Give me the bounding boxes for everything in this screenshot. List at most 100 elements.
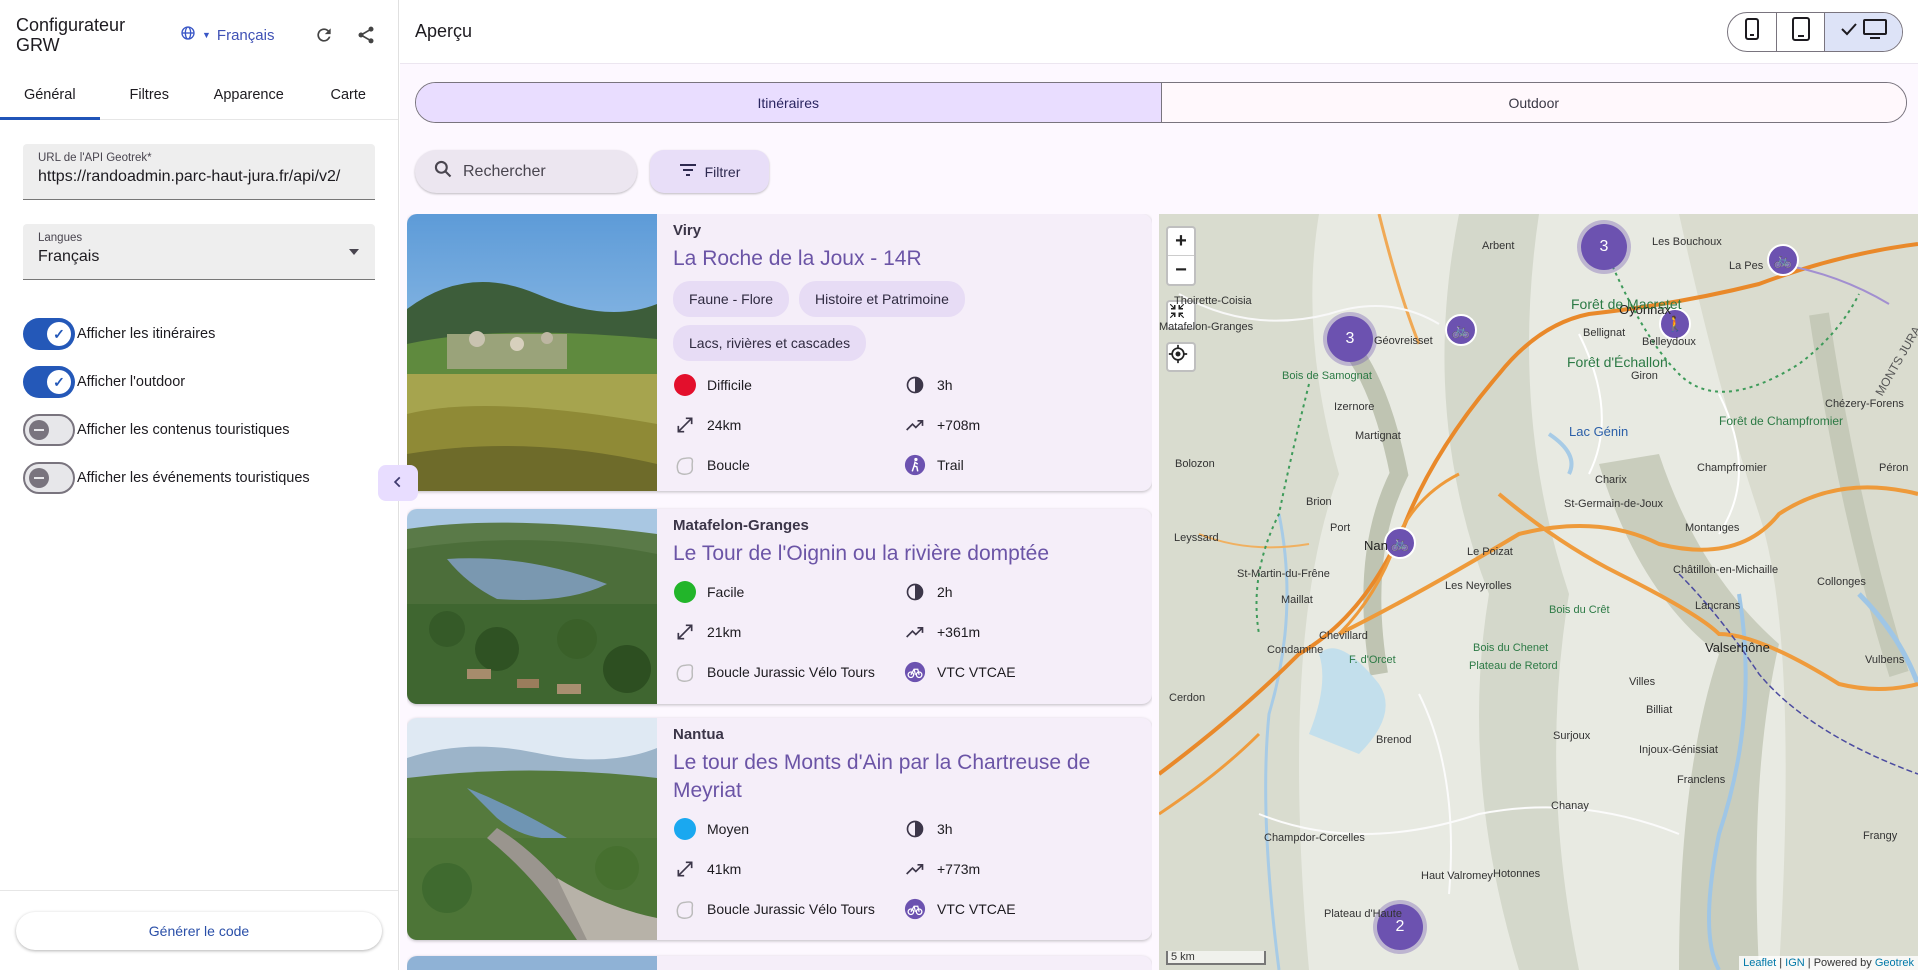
- tab-itineraries[interactable]: Itinéraires: [416, 83, 1162, 122]
- search-placeholder: Rechercher: [463, 162, 546, 180]
- map[interactable]: + − 3 3 2 🚲 🚶 🚲 🚲 Oyonnax Bellignat Arbe…: [1159, 214, 1918, 970]
- map-label: Nan: [1364, 538, 1388, 553]
- tablet-icon: [1791, 17, 1811, 46]
- languages-select[interactable]: Langues Français: [23, 224, 375, 280]
- map-label: Vulbens: [1865, 654, 1905, 666]
- zoom-out-button[interactable]: −: [1168, 256, 1194, 284]
- language-label: Français: [216, 26, 275, 44]
- zoom-in-button[interactable]: +: [1168, 228, 1194, 256]
- map-label: St-Germain-de-Joux: [1564, 498, 1664, 510]
- map-label: Martignat: [1355, 430, 1401, 442]
- bike-marker-icon[interactable]: 🚲: [1767, 244, 1799, 276]
- routes-toggle[interactable]: ✓: [23, 318, 75, 350]
- map-label: Les Neyrolles: [1445, 580, 1512, 592]
- bicycle-icon: [903, 660, 927, 684]
- bike-marker-icon[interactable]: 🚲: [1445, 314, 1477, 346]
- outdoor-toggle[interactable]: ✓: [23, 366, 75, 398]
- languages-label: Langues: [38, 232, 83, 244]
- trail-runner-icon: [903, 453, 927, 477]
- map-tiles: [1159, 214, 1918, 970]
- trek-title[interactable]: La Roche de la Joux - 14R: [673, 245, 1136, 273]
- touristic-contents-toggle[interactable]: [23, 414, 75, 446]
- filter-button[interactable]: Filtrer: [650, 150, 769, 193]
- bike-marker-icon[interactable]: 🚲: [1384, 527, 1416, 559]
- tab-general[interactable]: Général: [0, 70, 100, 120]
- generate-code-button[interactable]: Générer le code: [16, 911, 382, 950]
- map-label: Cerdon: [1169, 692, 1206, 704]
- desktop-device-button[interactable]: [1824, 12, 1902, 51]
- route-type: Boucle: [673, 445, 903, 485]
- geotrek-link[interactable]: Geotrek: [1875, 957, 1914, 969]
- map-label: Surjoux: [1553, 730, 1591, 742]
- map-label: Giron: [1631, 370, 1658, 382]
- map-label: Chevillard: [1319, 630, 1368, 642]
- difficulty: Facile: [673, 572, 903, 612]
- trek-card[interactable]: Matafelon-Granges Le Tour de l'Oignin ou…: [407, 509, 1152, 704]
- map-label: Port: [1330, 522, 1351, 534]
- language-button[interactable]: ▼ Français: [180, 25, 274, 46]
- refresh-icon[interactable]: [308, 19, 340, 51]
- distance: 41km: [673, 849, 903, 889]
- share-icon[interactable]: [350, 19, 382, 51]
- check-icon: ✓: [47, 370, 71, 394]
- sidebar-header: Configurateur GRW ▼ Français: [0, 0, 398, 70]
- api-url-input[interactable]: https://randoadmin.parc-haut-jura.fr/api…: [38, 168, 360, 186]
- tab-map[interactable]: Carte: [299, 70, 399, 119]
- trek-themes: Faune - Flore Histoire et Patrimoine Lac…: [673, 281, 1003, 361]
- desktop-icon: [1862, 19, 1887, 44]
- collapse-sidebar-button[interactable]: [378, 465, 418, 501]
- map-label: Haut Valromey: [1421, 870, 1493, 882]
- search-icon: [433, 159, 453, 184]
- content-type-tabs: Itinéraires Outdoor: [415, 82, 1907, 123]
- tab-filters[interactable]: Filtres: [100, 70, 200, 119]
- filter-label: Filtrer: [704, 163, 741, 180]
- trek-title[interactable]: Le tour des Monts d'Ain par la Chartreus…: [673, 749, 1136, 805]
- search-input[interactable]: Rechercher: [415, 150, 637, 193]
- map-label: Bellignat: [1583, 327, 1626, 339]
- mobile-device-button[interactable]: [1728, 13, 1776, 51]
- map-label: Forêt d'Échallon: [1567, 354, 1668, 370]
- check-icon: ✓: [47, 322, 71, 346]
- route-type-label: Boucle: [707, 457, 750, 473]
- distance-label: 41km: [707, 861, 742, 877]
- map-label: Maillat: [1281, 594, 1313, 606]
- trek-card[interactable]: Viry La Roche de la Joux - 14R Faune - F…: [407, 214, 1152, 491]
- route-type: Boucle Jurassic Vélo Tours: [673, 652, 903, 692]
- marker-cluster[interactable]: 3: [1581, 224, 1627, 270]
- tablet-device-button[interactable]: [1776, 12, 1824, 51]
- zoom-control: + −: [1166, 226, 1196, 286]
- map-label: Bolozon: [1175, 458, 1215, 470]
- marker-cluster[interactable]: 3: [1327, 316, 1373, 362]
- tab-appearance[interactable]: Apparence: [199, 70, 299, 119]
- map-label: Le Poizat: [1467, 546, 1513, 558]
- tab-outdoor[interactable]: Outdoor: [1161, 83, 1906, 122]
- map-label: Plateau d'Haute: [1324, 908, 1402, 920]
- difficulty-dot-icon: [674, 374, 696, 396]
- trek-card[interactable]: Nantua Le tour des Monts d'Ain par la Ch…: [407, 718, 1152, 940]
- sidebar: Configurateur GRW ▼ Français Général Fil…: [0, 0, 399, 970]
- duration: 3h: [903, 809, 1103, 849]
- leaflet-link[interactable]: Leaflet: [1743, 957, 1776, 969]
- map-label: Billiat: [1646, 704, 1673, 716]
- locate-button[interactable]: [1166, 342, 1196, 372]
- map-label: Chézery-Forens: [1825, 398, 1904, 410]
- map-label: F. d'Orcet: [1349, 654, 1396, 666]
- map-label: St-Martin-du-Frêne: [1237, 568, 1330, 580]
- map-label: Plateau de Retord: [1469, 660, 1558, 672]
- duration-label: 2h: [937, 584, 953, 600]
- trek-card[interactable]: [407, 956, 1152, 970]
- api-url-label: URL de l'API Geotrek*: [38, 152, 152, 164]
- api-url-field[interactable]: URL de l'API Geotrek* https://randoadmin…: [23, 144, 375, 200]
- distance-label: 24km: [707, 417, 742, 433]
- map-label: Forêt de Macretet: [1571, 296, 1682, 312]
- switch-row-touristic-contents: Afficher les contenus touristiques: [0, 406, 398, 454]
- ign-link[interactable]: IGN: [1785, 957, 1805, 969]
- trek-title[interactable]: Le Tour de l'Oignin ou la rivière dompté…: [673, 540, 1136, 568]
- loop-route-icon: [673, 453, 697, 477]
- powered-by-text: Powered by: [1813, 957, 1872, 969]
- outdoor-toggle-label: Afficher l'outdoor: [77, 374, 186, 390]
- map-label: Franclens: [1677, 774, 1726, 786]
- touristic-events-toggle[interactable]: [23, 462, 75, 494]
- display-switches: ✓ Afficher les itinéraires ✓ Afficher l'…: [0, 310, 398, 502]
- map-label: Lancrans: [1695, 600, 1741, 612]
